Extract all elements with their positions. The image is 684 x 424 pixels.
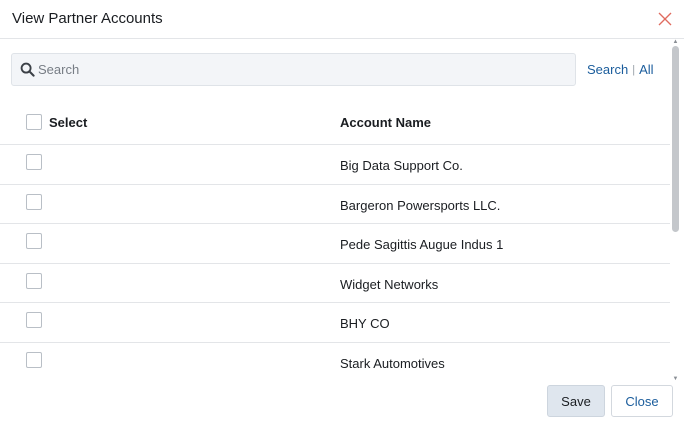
account-name-cell: BHY CO [340, 316, 390, 332]
scroll-thumb[interactable] [672, 46, 679, 232]
view-partner-accounts-dialog: View Partner Accounts Search |All Select … [0, 0, 684, 424]
table-row: Bargeron Powersports LLC. [0, 185, 670, 225]
table-row: BHY CO [0, 303, 670, 343]
search-icon [20, 62, 35, 77]
account-name-cell: Stark Automotives [340, 355, 445, 371]
dialog-header: View Partner Accounts [0, 0, 684, 39]
table-header: Select Account Name [0, 105, 670, 145]
search-input[interactable] [38, 54, 568, 85]
table-row: Widget Networks [0, 264, 670, 304]
account-name-cell: Pede Sagittis Augue Indus 1 [340, 237, 504, 253]
account-name-cell: Bargeron Powersports LLC. [340, 197, 501, 213]
all-link[interactable]: All [639, 62, 653, 77]
table-row: Pede Sagittis Augue Indus 1 [0, 224, 670, 264]
save-button[interactable]: Save [547, 385, 605, 417]
select-all-checkbox[interactable] [26, 114, 42, 130]
dialog-body: Search |All Select Account Name Big Data … [0, 40, 684, 382]
dialog-footer: Save Close [0, 382, 684, 424]
vertical-scrollbar[interactable]: ▲ ▼ [671, 39, 680, 382]
dialog-title: View Partner Accounts [12, 10, 163, 27]
accounts-table: Select Account Name Big Data Support Co.… [0, 105, 670, 382]
link-separator: | [632, 64, 636, 76]
scroll-up-arrow-icon[interactable]: ▲ [672, 39, 679, 45]
close-icon[interactable] [657, 11, 673, 27]
search-links: Search | All [587, 62, 654, 77]
column-header-select: Select [49, 115, 88, 130]
close-button[interactable]: Close [611, 385, 673, 417]
row-checkbox[interactable] [26, 312, 42, 329]
search-link[interactable]: Search [587, 62, 628, 77]
row-checkbox[interactable] [26, 233, 42, 250]
row-checkbox[interactable] [26, 351, 42, 368]
account-name-cell: Big Data Support Co. [340, 158, 463, 173]
table-row: Big Data Support Co. [0, 145, 670, 185]
account-name-cell: Widget Networks [340, 276, 439, 292]
row-checkbox[interactable] [26, 193, 42, 210]
search-box [11, 53, 576, 86]
row-checkbox[interactable] [26, 272, 42, 289]
column-header-account-name: Account Name [340, 115, 432, 130]
table-row: Stark Automotives [0, 343, 670, 382]
row-checkbox[interactable] [26, 154, 42, 170]
